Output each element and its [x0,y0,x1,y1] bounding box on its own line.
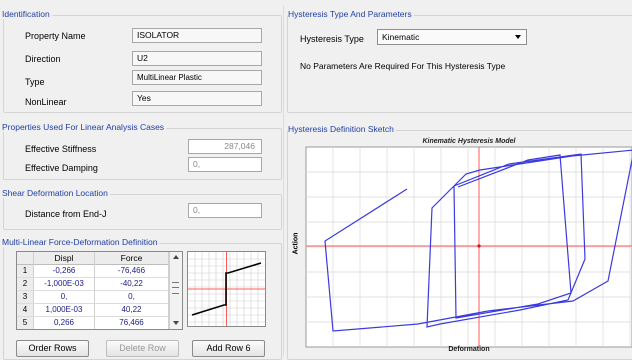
displ-cell[interactable]: 0,266 [34,317,94,329]
effective-damping-input[interactable]: 0, [188,157,262,172]
identification-title: Identification [2,9,52,19]
displ-cell[interactable]: -1,000E-03 [34,278,94,290]
shear-location-title: Shear Deformation Location [2,188,110,198]
direction-field: U2 [132,51,262,66]
row-number: 3 [17,291,33,303]
property-name-label: Property Name [25,31,86,41]
row-number: 2 [17,278,33,290]
points-table[interactable]: Displ Force 1 -0,266 -76,466 2 -1,000E-03 -40… [16,251,183,330]
displ-cell[interactable]: 1,000E-03 [34,304,94,316]
sketch-title: Hysteresis Definition Sketch [288,124,396,134]
linear-props-title: Properties Used For Linear Analysis Case… [2,122,167,132]
hysteresis-plot: Kinematic Hysteresis Model Action Deform… [291,136,632,356]
table-row[interactable]: 5 0,266 76,466 [17,317,168,329]
table-body: 1 -0,266 -76,466 2 -1,000E-03 -40,22 3 0, 0, 4 1,0… [17,265,168,329]
type-label: Type [25,77,45,87]
row-number: 1 [17,265,33,277]
displ-cell[interactable]: -0,266 [34,265,94,277]
nonlinear-label: NonLinear [25,97,67,107]
delete-row-button[interactable]: Delete Row [106,340,179,357]
y-axis-label: Action [292,232,300,255]
property-name-field: ISOLATOR [132,28,262,43]
scroll-up-icon[interactable] [173,255,179,259]
force-cell[interactable]: 0, [95,291,168,303]
plot-title: Kinematic Hysteresis Model [422,138,516,145]
hysteresis-type-select[interactable]: Kinematic [377,29,527,45]
preview-plot [188,252,265,326]
force-cell[interactable]: 76,466 [95,317,168,329]
force-deformation-preview [187,251,266,327]
effective-stiffness-input[interactable]: 287,046 [188,139,262,154]
nonlinear-field: Yes [132,91,262,106]
hysteresis-note: No Parameters Are Required For This Hyst… [300,61,506,71]
displ-cell[interactable]: 0, [34,291,94,303]
effective-stiffness-label: Effective Stiffness [25,144,97,154]
hysteresis-type-label: Hysteresis Type [300,34,364,44]
force-cell[interactable]: -40,22 [95,278,168,290]
row-number: 4 [17,304,33,316]
table-row[interactable]: 4 1,000E-03 40,22 [17,304,168,317]
type-field: MultiLinear Plastic [132,70,262,85]
effective-damping-label: Effective Damping [25,163,98,173]
force-cell[interactable]: 40,22 [95,304,168,316]
multilinear-title: Multi-Linear Force-Deformation Definitio… [2,237,160,247]
column-header-force[interactable]: Force [94,253,169,263]
panel-divider [283,6,284,356]
hysteresis-plot-svg [305,146,632,348]
distance-end-j-input[interactable]: 0, [188,203,262,218]
dropdown-arrow-icon [515,35,521,39]
force-cell[interactable]: -76,466 [95,265,168,277]
hysteresis-type-value: Kinematic [382,32,420,42]
table-row[interactable]: 3 0, 0, [17,291,168,304]
origin-marker [477,244,481,248]
add-row-button[interactable]: Add Row 6 [192,340,265,357]
order-rows-button[interactable]: Order Rows [16,340,89,357]
column-header-displ[interactable]: Displ [34,253,94,263]
row-number: 5 [17,317,33,329]
hysteresis-params-title: Hysteresis Type And Parameters [288,9,414,19]
distance-end-j-label: Distance from End-J [25,209,107,219]
table-scrollbar[interactable] [169,252,182,329]
x-axis-label: Deformation [448,346,490,353]
table-row[interactable]: 1 -0,266 -76,466 [17,265,168,278]
table-row[interactable]: 2 -1,000E-03 -40,22 [17,278,168,291]
scroll-down-icon[interactable] [173,321,179,325]
scroll-grip-icon[interactable] [172,282,179,294]
direction-label: Direction [25,54,61,64]
